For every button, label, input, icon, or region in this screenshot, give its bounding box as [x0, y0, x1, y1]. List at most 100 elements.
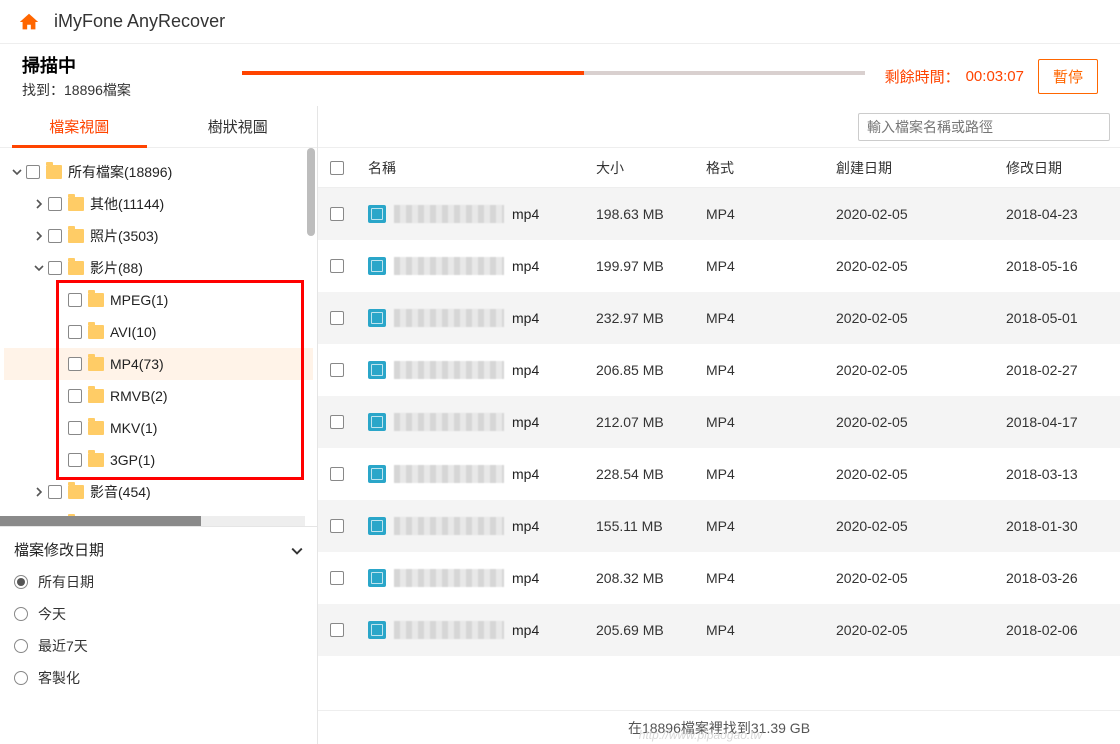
tree-node-videos[interactable]: 影片(88) — [4, 252, 313, 284]
chevron-down-icon[interactable] — [32, 261, 46, 275]
file-modify-date: 2018-04-23 — [1006, 206, 1120, 222]
file-name-redacted — [394, 569, 504, 587]
table-row[interactable]: mp4232.97 MBMP42020-02-052018-05-01 — [318, 292, 1120, 344]
pause-button[interactable]: 暫停 — [1038, 59, 1098, 94]
row-checkbox[interactable] — [330, 519, 344, 533]
col-create-date[interactable]: 創建日期 — [836, 158, 1006, 178]
tab-file-view[interactable]: 檔案視圖 — [0, 106, 159, 147]
file-create-date: 2020-02-05 — [836, 622, 1006, 638]
col-size[interactable]: 大小 — [596, 158, 706, 178]
tree-scrollbar[interactable] — [307, 148, 315, 526]
file-format: MP4 — [706, 518, 836, 534]
tree-h-scrollbar[interactable] — [0, 516, 305, 526]
sidebar-tabs: 檔案視圖 樹狀視圖 — [0, 106, 317, 148]
row-checkbox[interactable] — [330, 623, 344, 637]
row-checkbox[interactable] — [330, 207, 344, 221]
tree-node-photos[interactable]: 照片(3503) — [4, 220, 313, 252]
table-row[interactable]: mp4206.85 MBMP42020-02-052018-02-27 — [318, 344, 1120, 396]
row-checkbox[interactable] — [330, 311, 344, 325]
folder-icon — [68, 485, 84, 499]
file-ext: mp4 — [512, 570, 539, 586]
filter-option-7days[interactable]: 最近7天 — [14, 630, 303, 662]
search-input[interactable] — [858, 113, 1110, 141]
filter-option-all[interactable]: 所有日期 — [14, 566, 303, 598]
table-row[interactable]: mp4155.11 MBMP42020-02-052018-01-30 — [318, 500, 1120, 552]
file-size: 198.63 MB — [596, 206, 706, 222]
chevron-right-icon[interactable] — [32, 485, 46, 499]
radio[interactable] — [14, 607, 28, 621]
chevron-right-icon[interactable] — [32, 197, 46, 211]
tree-node-avi[interactable]: AVI(10) — [4, 316, 313, 348]
scan-status-label: 掃描中 — [22, 52, 222, 78]
tree-label: 照片(3503) — [90, 226, 158, 246]
checkbox[interactable] — [68, 421, 82, 435]
tab-tree-view[interactable]: 樹狀視圖 — [159, 106, 318, 147]
select-all-checkbox[interactable] — [330, 161, 344, 175]
summary-text: 在18896檔案裡找到31.39 GB — [628, 718, 810, 738]
file-size: 205.69 MB — [596, 622, 706, 638]
file-create-date: 2020-02-05 — [836, 466, 1006, 482]
col-modify-date[interactable]: 修改日期 — [1006, 158, 1120, 178]
filter-option-label: 今天 — [38, 604, 66, 624]
row-checkbox[interactable] — [330, 363, 344, 377]
file-ext: mp4 — [512, 310, 539, 326]
checkbox[interactable] — [48, 485, 62, 499]
table-row[interactable]: mp4199.97 MBMP42020-02-052018-05-16 — [318, 240, 1120, 292]
checkbox[interactable] — [68, 453, 82, 467]
radio[interactable] — [14, 639, 28, 653]
col-format[interactable]: 格式 — [706, 158, 836, 178]
table-row[interactable]: mp4212.07 MBMP42020-02-052018-04-17 — [318, 396, 1120, 448]
file-format: MP4 — [706, 414, 836, 430]
tree-node-mp4[interactable]: MP4(73) — [4, 348, 313, 380]
sidebar: 檔案視圖 樹狀視圖 所有檔案(18896) 其他(11144) 照片(3503) — [0, 106, 318, 744]
tree-h-scroll-thumb[interactable] — [0, 516, 201, 526]
tree-node-mkv[interactable]: MKV(1) — [4, 412, 313, 444]
file-format: MP4 — [706, 258, 836, 274]
checkbox[interactable] — [68, 357, 82, 371]
table-row[interactable]: mp4208.32 MBMP42020-02-052018-03-26 — [318, 552, 1120, 604]
file-size: 206.85 MB — [596, 362, 706, 378]
file-modify-date: 2018-02-27 — [1006, 362, 1120, 378]
table-row[interactable]: mp4205.69 MBMP42020-02-052018-02-06 — [318, 604, 1120, 656]
chevron-right-icon[interactable] — [32, 229, 46, 243]
tree-scrollbar-thumb[interactable] — [307, 148, 315, 236]
tree-node-audio[interactable]: 影音(454) — [4, 476, 313, 508]
tree-node-3gp[interactable]: 3GP(1) — [4, 444, 313, 476]
checkbox[interactable] — [48, 229, 62, 243]
row-checkbox[interactable] — [330, 259, 344, 273]
radio[interactable] — [14, 575, 28, 589]
home-icon[interactable] — [18, 11, 40, 33]
checkbox[interactable] — [68, 389, 82, 403]
tree-label: RMVB(2) — [110, 388, 168, 404]
checkbox[interactable] — [26, 165, 40, 179]
filter-option-custom[interactable]: 客製化 — [14, 662, 303, 694]
tree-node-rmvb[interactable]: RMVB(2) — [4, 380, 313, 412]
file-name-redacted — [394, 361, 504, 379]
checkbox[interactable] — [48, 197, 62, 211]
tree-label: 影音(454) — [90, 482, 151, 502]
folder-icon — [88, 453, 104, 467]
filter-date-header[interactable]: 檔案修改日期 — [14, 535, 303, 566]
file-ext: mp4 — [512, 206, 539, 222]
row-checkbox[interactable] — [330, 415, 344, 429]
checkbox[interactable] — [48, 261, 62, 275]
row-checkbox[interactable] — [330, 571, 344, 585]
folder-icon — [68, 197, 84, 211]
file-ext: mp4 — [512, 362, 539, 378]
radio[interactable] — [14, 671, 28, 685]
chevron-down-icon[interactable] — [10, 165, 24, 179]
row-checkbox[interactable] — [330, 467, 344, 481]
checkbox[interactable] — [68, 293, 82, 307]
tree-root[interactable]: 所有檔案(18896) — [4, 156, 313, 188]
filter-date-title: 檔案修改日期 — [14, 539, 104, 560]
tree-node-mpeg[interactable]: MPEG(1) — [4, 284, 313, 316]
tree-node-other[interactable]: 其他(11144) — [4, 188, 313, 220]
col-name[interactable]: 名稱 — [362, 158, 596, 178]
checkbox[interactable] — [68, 325, 82, 339]
file-modify-date: 2018-03-13 — [1006, 466, 1120, 482]
filter-option-today[interactable]: 今天 — [14, 598, 303, 630]
filter-option-label: 客製化 — [38, 668, 80, 688]
file-create-date: 2020-02-05 — [836, 518, 1006, 534]
table-row[interactable]: mp4228.54 MBMP42020-02-052018-03-13 — [318, 448, 1120, 500]
table-row[interactable]: mp4198.63 MBMP42020-02-052018-04-23 — [318, 188, 1120, 240]
